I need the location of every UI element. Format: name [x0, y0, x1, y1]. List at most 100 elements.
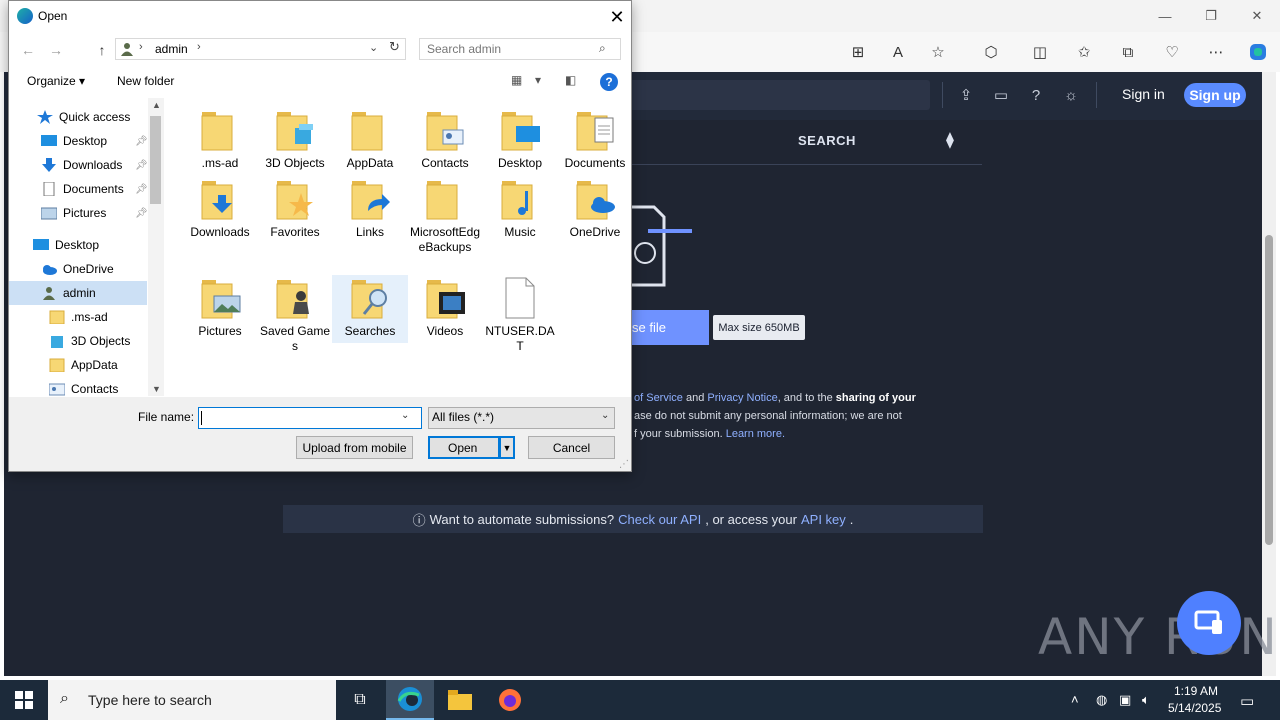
file-item[interactable]: Desktop: [483, 108, 557, 171]
nav-item-onedrive[interactable]: OneDrive: [9, 257, 149, 281]
nav-item-admin[interactable]: admin: [9, 281, 147, 305]
dialog-help-icon[interactable]: ?: [600, 73, 618, 91]
notification-center-icon[interactable]: ▭: [1240, 692, 1254, 710]
nav-item-quick-access[interactable]: Quick access: [9, 105, 149, 129]
privacy-notice-link[interactable]: Privacy Notice: [707, 392, 777, 404]
file-name-dropdown-icon[interactable]: ⌄: [401, 410, 409, 421]
nav-item-desktop[interactable]: Desktop: [9, 233, 149, 257]
nav-item-documents[interactable]: Documents 📌︎: [9, 177, 149, 201]
forward-arrow-icon[interactable]: →: [45, 39, 67, 61]
nav-item-desktop[interactable]: Desktop 📌︎: [9, 129, 149, 153]
terms-of-service-link[interactable]: of Service: [634, 392, 683, 404]
new-folder-button[interactable]: New folder: [117, 74, 174, 88]
upload-icon[interactable]: ⇪: [955, 84, 977, 106]
theme-icon[interactable]: ☼: [1060, 84, 1082, 106]
chat-fab-button[interactable]: [1177, 591, 1241, 655]
tab-search[interactable]: SEARCH: [798, 133, 856, 148]
user-folder-icon: [121, 43, 133, 56]
file-item[interactable]: OneDrive: [558, 177, 632, 240]
nav-item-downloads[interactable]: Downloads 📌︎: [9, 153, 149, 177]
file-type-dropdown-icon[interactable]: ⌄: [601, 410, 609, 421]
address-dropdown-icon[interactable]: ⌄: [369, 41, 378, 54]
open-button[interactable]: Open: [428, 436, 500, 459]
resize-grip-icon[interactable]: ⋰: [619, 459, 629, 470]
file-item[interactable]: 3D Objects: [258, 108, 332, 171]
web-search-bar[interactable]: [620, 80, 930, 110]
minimize-button[interactable]: —: [1142, 0, 1188, 32]
sign-in-link[interactable]: Sign in: [1122, 86, 1165, 102]
browser-essentials-icon[interactable]: ♡: [1160, 40, 1184, 64]
copilot-icon[interactable]: [1246, 40, 1270, 64]
file-item[interactable]: .ms-ad: [183, 108, 257, 171]
file-explorer-taskbar-icon[interactable]: [436, 680, 484, 720]
tray-overflow-icon[interactable]: ˄: [1071, 692, 1079, 707]
help-icon[interactable]: ?: [1025, 84, 1047, 106]
app-available-icon[interactable]: ⊞: [846, 40, 870, 64]
file-item[interactable]: Favorites: [258, 177, 332, 240]
notifications-icon[interactable]: ▭: [990, 84, 1012, 106]
clock-date[interactable]: 5/14/2025: [1168, 701, 1221, 715]
file-item[interactable]: NTUSER.DAT: [483, 276, 557, 354]
file-name-input[interactable]: [198, 407, 422, 429]
cancel-button[interactable]: Cancel: [528, 436, 615, 459]
file-item[interactable]: Music: [483, 177, 557, 240]
search-icon[interactable]: ⌕: [599, 41, 606, 56]
favorites-icon[interactable]: ✩: [1072, 40, 1096, 64]
check-api-link[interactable]: Check our API: [618, 512, 701, 527]
tray-app-icon[interactable]: ◍: [1096, 692, 1107, 708]
breadcrumb-chevron-icon[interactable]: ›: [197, 41, 201, 53]
preview-pane-icon[interactable]: ◧: [565, 73, 576, 87]
collections-icon[interactable]: ⧉: [1116, 40, 1140, 64]
file-item[interactable]: AppData: [333, 108, 407, 171]
restore-button[interactable]: ❐: [1188, 0, 1234, 32]
file-item[interactable]: Documents: [558, 108, 632, 171]
edge-taskbar-icon[interactable]: [386, 680, 434, 720]
file-item[interactable]: Contacts: [408, 108, 482, 171]
file-item[interactable]: Videos: [408, 276, 482, 339]
favorite-star-icon[interactable]: ☆: [926, 40, 950, 64]
refresh-icon[interactable]: ↻: [389, 39, 400, 55]
nav-item-appdata[interactable]: AppData: [9, 353, 149, 377]
breadcrumb-admin[interactable]: admin: [155, 42, 188, 56]
dialog-close-button[interactable]: ✕: [603, 3, 631, 31]
dialog-titlebar[interactable]: [9, 1, 631, 33]
scroll-up-icon[interactable]: ▲: [152, 100, 161, 110]
network-icon[interactable]: ▣: [1119, 692, 1131, 708]
nav-item-label: AppData: [71, 358, 118, 372]
nav-scrollbar-thumb[interactable]: [150, 116, 161, 204]
scroll-down-icon[interactable]: ▼: [152, 384, 161, 394]
start-button[interactable]: [0, 680, 48, 720]
file-item[interactable]: MicrosoftEdgeBackups: [408, 177, 482, 255]
clock-time[interactable]: 1:19 AM: [1174, 684, 1218, 698]
view-dropdown-icon[interactable]: ▾: [535, 73, 541, 87]
view-options-icon[interactable]: ▦: [511, 73, 522, 87]
breadcrumb-chevron-icon[interactable]: ›: [139, 41, 143, 53]
file-item[interactable]: Pictures: [183, 276, 257, 339]
nav-item-ms-ad[interactable]: .ms-ad: [9, 305, 149, 329]
file-item[interactable]: Downloads: [183, 177, 257, 240]
read-aloud-icon[interactable]: A: [886, 40, 910, 64]
browser-close-button[interactable]: ✕: [1234, 0, 1280, 32]
organize-button[interactable]: Organize ▾: [27, 74, 85, 88]
choose-file-button[interactable]: se file: [620, 310, 709, 345]
split-screen-icon[interactable]: ◫: [1028, 40, 1052, 64]
nav-item-pictures[interactable]: Pictures 📌︎: [9, 201, 149, 225]
file-item[interactable]: Links: [333, 177, 407, 240]
task-view-icon[interactable]: ⧉: [336, 680, 384, 720]
more-options-icon[interactable]: ⋯: [1204, 40, 1228, 64]
learn-more-link[interactable]: Learn more.: [726, 428, 785, 440]
volume-icon[interactable]: 🔈︎: [1142, 692, 1150, 708]
firefox-taskbar-icon[interactable]: [486, 680, 534, 720]
open-dropdown-icon[interactable]: ▼: [500, 436, 515, 459]
file-item[interactable]: Saved Games: [258, 276, 332, 354]
back-arrow-icon[interactable]: ←: [17, 39, 39, 61]
file-item[interactable]: Searches: [332, 275, 408, 343]
api-key-link[interactable]: API key: [801, 512, 846, 527]
nav-item-3d-objects[interactable]: 3D Objects: [9, 329, 149, 353]
extensions-icon[interactable]: ⬡: [979, 40, 1003, 64]
tab-api-icon[interactable]: ⧫: [946, 130, 954, 150]
up-arrow-icon[interactable]: ↑: [91, 39, 113, 61]
page-scrollbar-thumb[interactable]: [1265, 235, 1273, 545]
upload-from-mobile-button[interactable]: Upload from mobile: [296, 436, 413, 459]
sign-up-button[interactable]: Sign up: [1184, 83, 1246, 107]
